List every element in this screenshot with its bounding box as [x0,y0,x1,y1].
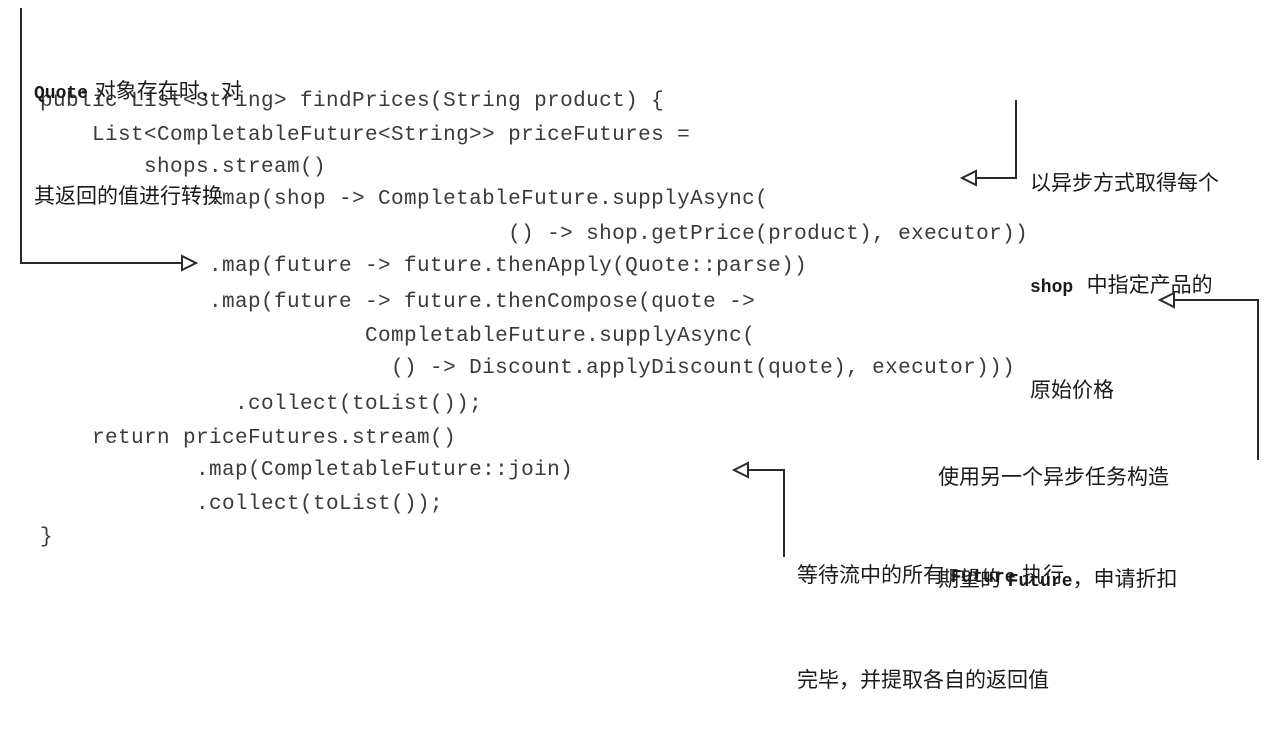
annotation-text: 等待流中的所有 [797,563,951,587]
annotation-text: 使用另一个异步任务构造 [938,465,1169,489]
code-line: CompletableFuture.supplyAsync( [40,325,756,348]
code-line: .collect(toList()); [40,393,483,416]
annotation-join-results: 等待流中的所有 Future 执行 完毕，并提取各自的返回值 [797,490,1064,731]
connector-join-results [748,469,785,557]
code-line: } [40,526,54,549]
annotation-line: 其返回的值进行转换 [34,179,242,213]
annotation-text: 以异步方式取得每个 [1030,171,1219,195]
annotation-line: 完毕，并提取各自的返回值 [797,663,1064,697]
code-line: .map(CompletableFuture::join) [40,459,574,482]
annotation-line: Quote 对象存在时，对 [34,74,242,111]
annotation-text: 执行 [1015,563,1065,587]
code-line: .map(future -> future.thenCompose(quote … [40,291,756,314]
annotation-line: 使用另一个异步任务构造 [938,460,1178,494]
annotation-text: 完毕，并提取各自的返回值 [797,668,1049,692]
annotation-transform-quote: Quote 对象存在时，对 其返回的值进行转换 [34,6,242,247]
code-line: .map(future -> future.thenApply(Quote::p… [40,255,808,278]
annotation-line: shop 中指定产品的 [1030,268,1219,305]
arrowhead-icon [731,461,749,479]
code-term: Future [950,568,1016,588]
annotation-text: ，申请折扣 [1072,567,1178,591]
annotation-line: 以异步方式取得每个 [1030,166,1219,200]
code-term: Quote [34,84,89,104]
annotation-line: 等待流中的所有 Future 执行 [797,558,1064,595]
arrowhead-icon [959,169,977,187]
annotation-text: 中指定产品的 [1073,273,1213,297]
annotation-async-price: 以异步方式取得每个 shop 中指定产品的 原始价格 [1030,98,1219,441]
code-line: () -> Discount.applyDiscount(quote), exe… [40,357,1016,380]
code-term: shop [1030,278,1074,298]
annotation-text: 对象存在时，对 [88,79,242,103]
connector-async-price [976,100,1017,179]
code-line: .collect(toList()); [40,493,444,516]
code-line: return priceFutures.stream() [40,427,457,450]
annotation-text: 其返回的值进行转换 [34,184,223,208]
